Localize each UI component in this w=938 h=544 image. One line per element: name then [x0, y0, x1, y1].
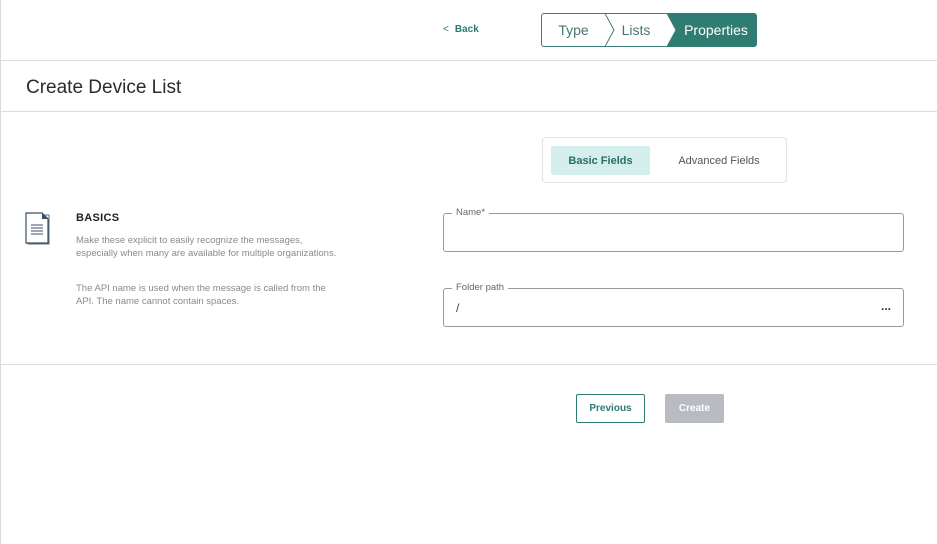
field-tabs: Basic Fields Advanced Fields — [542, 137, 787, 183]
name-field-label: Name* — [452, 207, 490, 219]
chevron-left-icon: < — [443, 24, 449, 35]
step-type[interactable]: Type — [541, 13, 615, 47]
top-bar: < Back Type Lists Properties — [0, 0, 938, 61]
previous-button[interactable]: Previous — [576, 394, 645, 423]
step-properties[interactable]: Properties — [667, 13, 757, 47]
step-type-label: Type — [558, 22, 589, 38]
step-properties-label: Properties — [684, 22, 748, 38]
folder-path-label: Folder path — [452, 282, 509, 294]
name-field[interactable]: Name* — [443, 207, 904, 252]
basics-heading: BASICS — [76, 212, 120, 224]
folder-path-field[interactable]: Folder path / ... — [443, 282, 904, 327]
basics-description-1: Make these explicit to easily recognize … — [76, 235, 337, 259]
step-separator-icon — [667, 13, 677, 47]
back-link[interactable]: < Back — [443, 24, 479, 35]
browse-folder-button[interactable]: ... — [881, 299, 891, 313]
wizard-stepper: Type Lists Properties — [541, 13, 757, 47]
footer-divider — [0, 364, 938, 365]
tab-advanced-fields[interactable]: Advanced Fields — [663, 146, 775, 175]
page-title: Create Device List — [26, 77, 182, 98]
tab-basic-fields[interactable]: Basic Fields — [551, 146, 650, 175]
name-input[interactable] — [456, 223, 876, 243]
folder-path-value: / — [456, 301, 460, 315]
basics-description-2: The API name is used when the message is… — [76, 283, 326, 307]
step-separator-icon — [605, 13, 615, 47]
step-lists-label: Lists — [621, 22, 651, 38]
document-icon — [25, 212, 50, 245]
create-button[interactable]: Create — [665, 394, 724, 423]
page-header: Create Device List — [0, 61, 938, 112]
back-label: Back — [454, 24, 479, 35]
